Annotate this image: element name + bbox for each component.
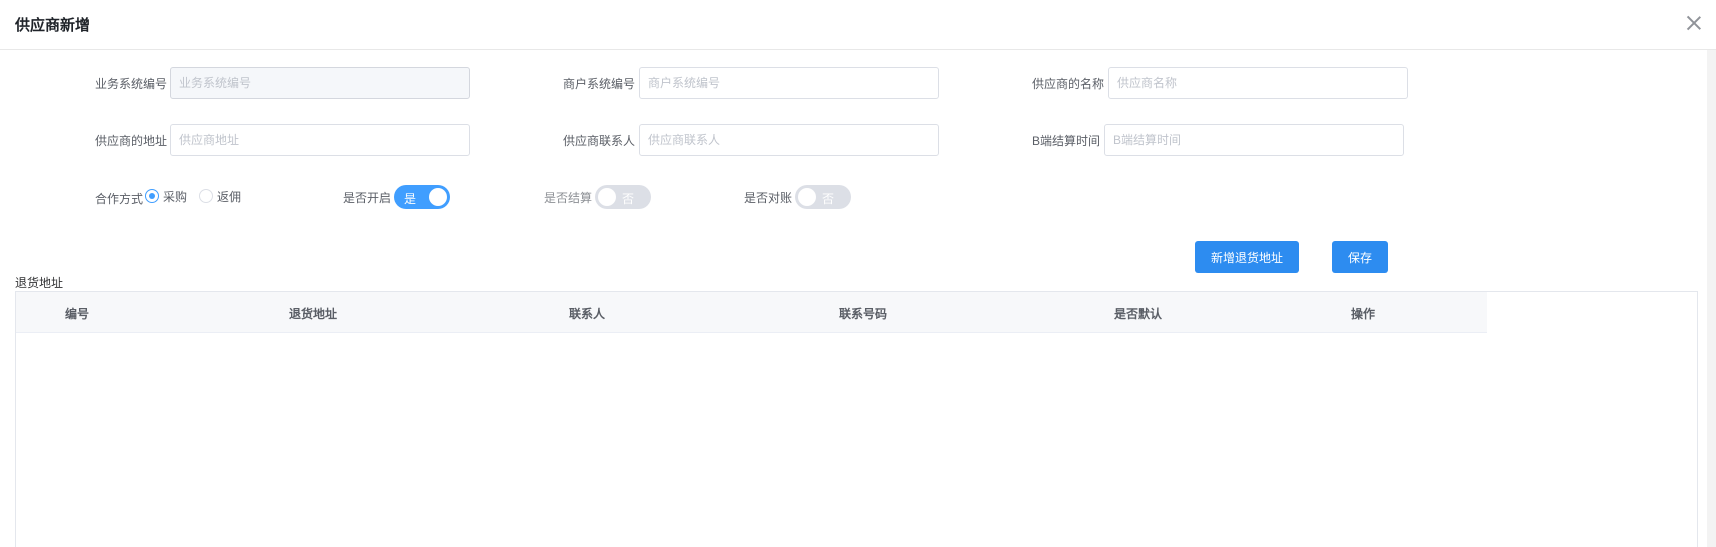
is-reconcile-switch[interactable]: 否	[795, 185, 851, 209]
column-header-default: 是否默认	[1114, 307, 1163, 321]
business-code-label: 业务系统编号	[95, 77, 168, 91]
column-header-contact: 联系人	[569, 307, 606, 321]
supplier-contact-label: 供应商联系人	[563, 134, 636, 148]
supplier-address-label: 供应商的地址	[95, 134, 168, 148]
switch-knob	[598, 188, 616, 206]
is-settle-switch-text: 否	[622, 192, 635, 206]
add-return-address-button[interactable]: 新增退货地址	[1195, 241, 1299, 273]
save-button[interactable]: 保存	[1332, 241, 1388, 273]
settle-time-input[interactable]	[1104, 124, 1404, 156]
radio-purchase[interactable]: 采购	[145, 188, 187, 204]
is-open-switch-text: 是	[404, 192, 417, 206]
column-header-phone: 联系号码	[839, 307, 888, 321]
switch-knob	[798, 188, 816, 206]
radio-commission[interactable]: 返佣	[199, 188, 241, 204]
return-address-table: 编号 退货地址 联系人 联系号码 是否默认 操作	[15, 291, 1698, 547]
radio-purchase-label: 采购	[163, 189, 188, 204]
settle-time-label: B端结算时间	[1032, 134, 1101, 148]
is-reconcile-label: 是否对账	[744, 191, 793, 205]
column-header-actions: 操作	[1351, 307, 1376, 321]
return-address-title: 退货地址	[15, 276, 64, 290]
radio-commission-label: 返佣	[217, 189, 242, 204]
radio-checked-icon	[145, 189, 159, 203]
supplier-name-label: 供应商的名称	[1032, 77, 1105, 91]
coop-mode-label: 合作方式	[95, 192, 144, 206]
is-settle-switch[interactable]: 否	[595, 185, 651, 209]
column-header-id: 编号	[65, 307, 90, 321]
merchant-code-label: 商户系统编号	[563, 77, 636, 91]
is-reconcile-switch-text: 否	[822, 192, 835, 206]
is-open-switch[interactable]: 是	[394, 185, 450, 209]
close-icon[interactable]	[1685, 14, 1703, 32]
business-code-input[interactable]	[170, 67, 470, 99]
supplier-contact-input[interactable]	[639, 124, 939, 156]
table-header: 编号 退货地址 联系人 联系号码 是否默认 操作	[16, 292, 1487, 333]
switch-knob	[429, 188, 447, 206]
supplier-address-input[interactable]	[170, 124, 470, 156]
merchant-code-input[interactable]	[639, 67, 939, 99]
is-open-label: 是否开启	[343, 191, 392, 205]
supplier-name-input[interactable]	[1108, 67, 1408, 99]
scrollbar[interactable]	[1707, 50, 1716, 547]
dialog-title: 供应商新增	[15, 17, 91, 34]
column-header-address: 退货地址	[289, 307, 338, 321]
is-settle-label: 是否结算	[544, 191, 593, 205]
dialog-header: 供应商新增	[0, 0, 1716, 50]
radio-unchecked-icon	[199, 189, 213, 203]
